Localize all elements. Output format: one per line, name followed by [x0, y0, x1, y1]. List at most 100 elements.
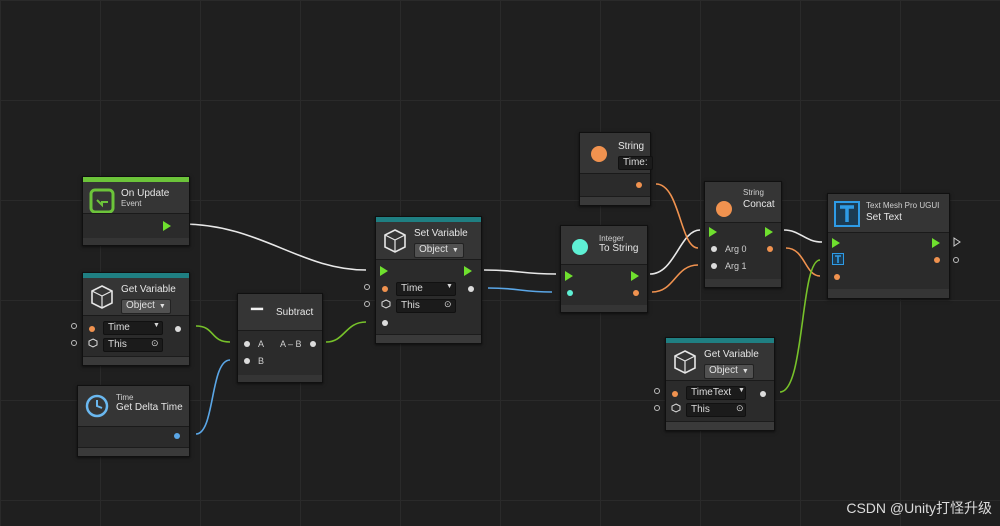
- arg0-input-port[interactable]: [711, 246, 717, 252]
- string-output-port[interactable]: [767, 246, 773, 252]
- flow-output-port[interactable]: [631, 271, 639, 281]
- input-a-port[interactable]: [244, 341, 250, 347]
- field-value: This: [108, 339, 127, 350]
- node-title: Get Variable: [121, 284, 176, 295]
- chevron-down-icon: ▼: [451, 247, 459, 254]
- wire-tostring-to-arg1: [651, 264, 699, 293]
- node-subtract[interactable]: Subtract A A – B B: [237, 293, 323, 383]
- port-label-arg1: Arg 1: [725, 261, 747, 271]
- flow-wire-concat-to-settext: [783, 229, 823, 243]
- field-value: This: [691, 404, 710, 415]
- left-port-ring[interactable]: [71, 323, 77, 329]
- kind-value: Object: [709, 365, 738, 376]
- value-output-port[interactable]: [760, 391, 766, 397]
- node-get-delta-time[interactable]: Time Get Delta Time: [77, 385, 190, 457]
- chevron-down-icon[interactable]: ▼: [446, 283, 453, 290]
- flow-input-port[interactable]: [709, 227, 717, 237]
- kind-value: Object: [126, 300, 155, 311]
- port-label-a: A: [258, 339, 265, 349]
- target-picker-icon[interactable]: ⊙: [444, 299, 452, 310]
- cube-icon: [381, 299, 391, 309]
- input-b-port[interactable]: [244, 358, 250, 364]
- left-port-ring[interactable]: [654, 405, 660, 411]
- kind-dropdown[interactable]: Object ▼: [414, 243, 464, 258]
- variable-name-field[interactable]: TimeText: [686, 386, 746, 400]
- left-port-ring[interactable]: [71, 340, 77, 346]
- wire-textobj-to-settext: [779, 259, 821, 393]
- value-input-port[interactable]: [382, 320, 388, 326]
- flow-output-port[interactable]: [464, 266, 472, 276]
- int-input-port[interactable]: [567, 290, 573, 296]
- chevron-down-icon: ▼: [741, 368, 749, 375]
- cube-icon: [88, 338, 98, 348]
- node-tmp-set-text[interactable]: Text Mesh Pro UGUI Set Text: [827, 193, 950, 299]
- string-output-port[interactable]: [633, 290, 639, 296]
- node-title: Concat: [743, 199, 775, 210]
- flow-output-port[interactable]: [765, 227, 773, 237]
- update-event-icon: [89, 188, 115, 214]
- node-subtitle: Integer: [599, 234, 624, 243]
- left-port-ring[interactable]: [654, 388, 660, 394]
- node-string-literal[interactable]: String Time:: [579, 132, 653, 206]
- port-label-b: B: [258, 356, 265, 366]
- node-title: Get Variable: [704, 349, 759, 360]
- kind-dropdown[interactable]: Object ▼: [704, 364, 754, 379]
- name-port[interactable]: [382, 286, 388, 292]
- wire-set-to-tostring: [487, 287, 553, 293]
- variable-cube-icon: [384, 229, 406, 253]
- kind-dropdown[interactable]: Object ▼: [121, 299, 171, 314]
- field-value: This: [401, 300, 420, 311]
- node-subtitle: Text Mesh Pro UGUI: [866, 201, 940, 210]
- target-picker-icon[interactable]: ⊙: [151, 338, 159, 349]
- target-picker-icon[interactable]: ⊙: [736, 403, 744, 414]
- node-title: Set Variable: [414, 228, 468, 239]
- value-output-port[interactable]: [468, 286, 474, 292]
- field-value: Time: [108, 322, 130, 333]
- cube-icon: [671, 403, 681, 413]
- left-port-ring[interactable]: [364, 301, 370, 307]
- field-value: TimeText: [691, 387, 732, 398]
- string-output-port[interactable]: [636, 182, 642, 188]
- flow-output-port[interactable]: [932, 238, 940, 248]
- kind-value: Object: [419, 244, 448, 255]
- value-output-port[interactable]: [175, 326, 181, 332]
- chevron-down-icon[interactable]: ▼: [153, 322, 160, 329]
- node-subtitle: Time: [116, 393, 134, 402]
- flow-input-port[interactable]: [565, 271, 573, 281]
- flow-input-port[interactable]: [380, 266, 388, 276]
- name-port[interactable]: [89, 326, 95, 332]
- string-dot-icon: [591, 146, 607, 162]
- string-value-field[interactable]: Time:: [618, 156, 653, 170]
- wire-time-to-subtract-a: [195, 325, 231, 343]
- name-port[interactable]: [672, 391, 678, 397]
- wire-delta-to-subtract-b: [195, 359, 231, 435]
- integer-dot-icon: [572, 239, 588, 255]
- output-port[interactable]: [310, 341, 316, 347]
- chevron-down-icon[interactable]: ▼: [738, 387, 745, 394]
- node-set-variable-time[interactable]: Set Variable Object ▼ Time ▼ This ⊙: [375, 216, 482, 344]
- variable-cube-icon: [674, 350, 696, 374]
- node-get-variable-timetext[interactable]: Get Variable Object ▼ TimeText ▼ This ⊙: [665, 337, 775, 431]
- flow-input-port[interactable]: [832, 238, 840, 248]
- left-port-ring[interactable]: [364, 284, 370, 290]
- node-title: String: [618, 141, 645, 152]
- node-on-update[interactable]: On Update Event: [82, 176, 190, 246]
- float-output-port[interactable]: [174, 433, 180, 439]
- string-output-port[interactable]: [934, 257, 940, 263]
- field-value: Time:: [623, 157, 648, 168]
- node-title: Set Text: [866, 212, 902, 223]
- flow-output-port[interactable]: [163, 221, 171, 231]
- field-value: Time: [401, 283, 423, 294]
- wire-subtract-to-set: [325, 321, 367, 343]
- node-integer-to-string[interactable]: Integer To String: [560, 225, 648, 313]
- watermark: CSDN @Unity打怪升级: [846, 500, 992, 516]
- arg1-input-port[interactable]: [711, 263, 717, 269]
- node-title: To String: [599, 243, 639, 254]
- flow-wire-update-to-set: [181, 223, 367, 271]
- right-port-ring[interactable]: [953, 257, 959, 263]
- node-string-concat[interactable]: String Concat Arg 0 Arg 1: [704, 181, 782, 288]
- play-outline-icon[interactable]: [952, 237, 962, 247]
- text-input-port[interactable]: [834, 274, 840, 280]
- node-subtitle: String: [743, 188, 764, 197]
- node-get-variable-time[interactable]: Get Variable Object ▼ Time ▼ This ⊙: [82, 272, 190, 366]
